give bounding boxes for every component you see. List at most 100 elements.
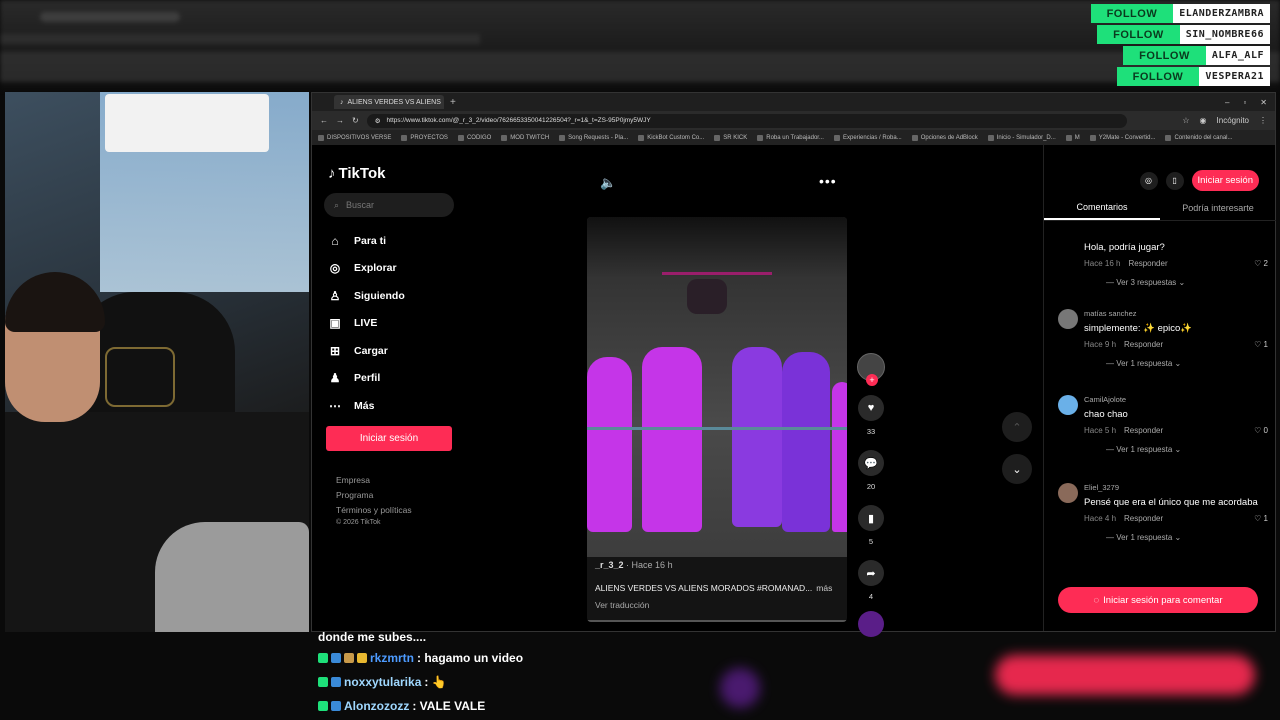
bookmark-item[interactable]: Inicio - Simulador_D... <box>987 134 1056 141</box>
comment-like[interactable]: ♡ 1 <box>1254 340 1268 349</box>
nav-item-mas[interactable]: ⋯ Más <box>328 392 405 420</box>
comment-like[interactable]: ♡ 2 <box>1254 259 1268 268</box>
profile-icon: ♟ <box>329 371 341 386</box>
reply-link[interactable]: Responder <box>1124 426 1163 435</box>
bookmark-item[interactable]: KickBot Custom Co... <box>638 134 704 141</box>
new-tab-icon[interactable]: + <box>450 97 456 108</box>
blurred-taskbar <box>0 52 1280 82</box>
more-options-icon[interactable]: ••• <box>819 173 837 189</box>
phone-icon[interactable]: ▯ <box>1165 171 1184 190</box>
reply-link[interactable]: Responder <box>1124 514 1163 523</box>
incognito-icon: ◉ <box>1199 116 1207 125</box>
login-button[interactable]: Iniciar sesión <box>326 426 452 451</box>
search-input[interactable]: ⌕ Buscar <box>324 193 454 217</box>
comment-user[interactable]: matías sanchez <box>1084 309 1268 318</box>
maximize-icon[interactable]: ▫ <box>1243 98 1246 107</box>
aircraft-body <box>687 279 727 314</box>
comment-meta: Hace 4 h Responder ♡ 1 <box>1084 514 1268 523</box>
bookmark-item[interactable]: SR KICK <box>714 134 747 141</box>
author-avatar[interactable]: + <box>857 353 885 386</box>
comment-user[interactable]: Eliel_3279 <box>1084 483 1268 492</box>
chat-username[interactable]: Alonzozozz <box>344 699 409 713</box>
footer-link-terminos[interactable]: Términos y políticas <box>336 505 412 515</box>
comment-like[interactable]: ♡ 0 <box>1254 426 1268 435</box>
comment-user[interactable]: CamilAjolote <box>1084 395 1268 404</box>
back-icon[interactable]: ← <box>320 116 328 125</box>
menu-kebab-icon[interactable]: ⋮ <box>1259 116 1267 125</box>
tiktok-logo[interactable]: ♪ TikTok <box>328 165 385 182</box>
view-replies-link[interactable]: — Ver 1 respuesta ⌄ <box>1084 445 1268 454</box>
login-to-comment-button[interactable]: ◌ Iniciar sesión para comentar <box>1058 587 1258 613</box>
video-player[interactable]: _r_3_2 · Hace 16 h ALIENS VERDES VS ALIE… <box>587 217 847 622</box>
blurred-title <box>40 12 180 22</box>
bookmark-label: Song Requests - Pla... <box>568 134 629 141</box>
site-info-icon[interactable]: ⚙ <box>375 117 381 125</box>
save-button[interactable]: ▮ <box>858 505 884 531</box>
follow-plus-icon[interactable]: + <box>866 374 878 386</box>
bookmark-item[interactable]: MOD TWITCH <box>501 134 549 141</box>
reply-link[interactable]: Responder <box>1124 340 1163 349</box>
view-replies-link[interactable]: — Ver 3 respuestas ⌄ <box>1084 278 1268 287</box>
nav-item-live[interactable]: ▣ LIVE <box>328 310 405 338</box>
nav-label: Explorar <box>354 262 397 275</box>
tab-podria-interesarte[interactable]: Podría interesarte <box>1160 195 1276 220</box>
chat-message: Alonzozozz : VALE VALE <box>310 694 1010 718</box>
bookmark-item[interactable]: Song Requests - Pla... <box>559 134 629 141</box>
bookmark-item[interactable]: DISPOSITIVOS VERSE <box>318 134 391 141</box>
chat-username[interactable]: noxxytularika <box>344 675 421 689</box>
minimize-icon[interactable]: – <box>1225 98 1229 107</box>
bookmark-item[interactable]: CODIGO <box>457 134 491 141</box>
reload-icon[interactable]: ↻ <box>352 116 359 125</box>
avatar[interactable] <box>1058 395 1078 415</box>
avatar[interactable] <box>1058 483 1078 503</box>
video-actions: + ♥ 33 💬 20 ▮ 5 ➦ 4 <box>857 353 885 637</box>
tab-comentarios[interactable]: Comentarios <box>1044 195 1160 220</box>
nav-label: Más <box>354 399 375 412</box>
reply-link[interactable]: Responder <box>1128 259 1167 268</box>
view-replies-link[interactable]: — Ver 1 respuesta ⌄ <box>1084 359 1268 368</box>
compass-icon[interactable]: ◎ <box>1139 171 1158 190</box>
nav-item-para-ti[interactable]: ⌂ Para ti <box>328 227 405 255</box>
panel-login-button[interactable]: Iniciar sesión <box>1191 170 1259 191</box>
comments-panel: ◎ ▯ Iniciar sesión Comentarios Podría in… <box>1043 145 1276 631</box>
forward-icon[interactable]: → <box>336 116 344 125</box>
browser-tab[interactable]: ♪ ALIENS VERDES VS ALIENS × <box>334 95 444 109</box>
close-window-icon[interactable]: ✕ <box>1260 98 1267 107</box>
comment-like[interactable]: ♡ 1 <box>1254 514 1268 523</box>
footer-link-programa[interactable]: Programa <box>336 490 412 500</box>
bookmark-item[interactable]: Contenido del canal... <box>1165 134 1233 141</box>
avatar[interactable] <box>1058 309 1078 329</box>
nav-item-perfil[interactable]: ♟ Perfil <box>328 365 405 393</box>
tiktok-note-icon: ♪ <box>328 165 336 182</box>
chat-username[interactable]: rkzmrtn <box>370 651 414 665</box>
comment-button[interactable]: 💬 <box>858 450 884 476</box>
bookmark-item[interactable]: M <box>1065 134 1080 141</box>
next-video-button[interactable]: ⌄ <box>1002 454 1032 484</box>
url-input[interactable]: ⚙ https://www.tiktok.com/@_r_3_2/video/7… <box>366 113 1127 128</box>
share-button[interactable]: ➦ <box>858 560 884 586</box>
bookmark-item[interactable]: Roba un Trabajador... <box>757 134 824 141</box>
footer-link-empresa[interactable]: Empresa <box>336 475 412 485</box>
bookmark-item[interactable]: Experiencias / Roba... <box>833 134 902 141</box>
bookmark-star-icon[interactable]: ☆ <box>1182 116 1189 125</box>
previous-video-button[interactable]: ⌃ <box>1002 412 1032 442</box>
nav-item-siguiendo[interactable]: ♙ Siguiendo <box>328 282 405 310</box>
address-bar-row: ← → ↻ ⚙ https://www.tiktok.com/@_r_3_2/v… <box>312 111 1275 130</box>
progress-bar[interactable] <box>587 620 847 622</box>
bookmark-item[interactable]: Y2Mate - Convertid... <box>1089 134 1155 141</box>
view-replies-link[interactable]: — Ver 1 respuesta ⌄ <box>1084 533 1268 542</box>
author-name[interactable]: _r_3_2 <box>595 560 624 570</box>
bookmark-item[interactable]: Opciones de AdBlock <box>911 134 978 141</box>
follower-name: ALFA_ALF <box>1205 46 1270 65</box>
volume-icon[interactable]: 🔈 <box>600 175 616 191</box>
bookmark-label: PROYECTOS <box>410 134 448 141</box>
translate-link[interactable]: Ver traducción <box>595 600 649 610</box>
crown-badge-icon <box>357 653 367 663</box>
like-button[interactable]: ♥ <box>858 395 884 421</box>
share-icon: ➦ <box>866 567 876 580</box>
more-link[interactable]: más <box>816 583 832 593</box>
nav-item-explorar[interactable]: ◎ Explorar <box>328 255 405 283</box>
video-author[interactable]: _r_3_2 · Hace 16 h <box>595 560 673 570</box>
bookmark-item[interactable]: PROYECTOS <box>401 134 448 141</box>
nav-item-cargar[interactable]: ⊞ Cargar <box>328 337 405 365</box>
